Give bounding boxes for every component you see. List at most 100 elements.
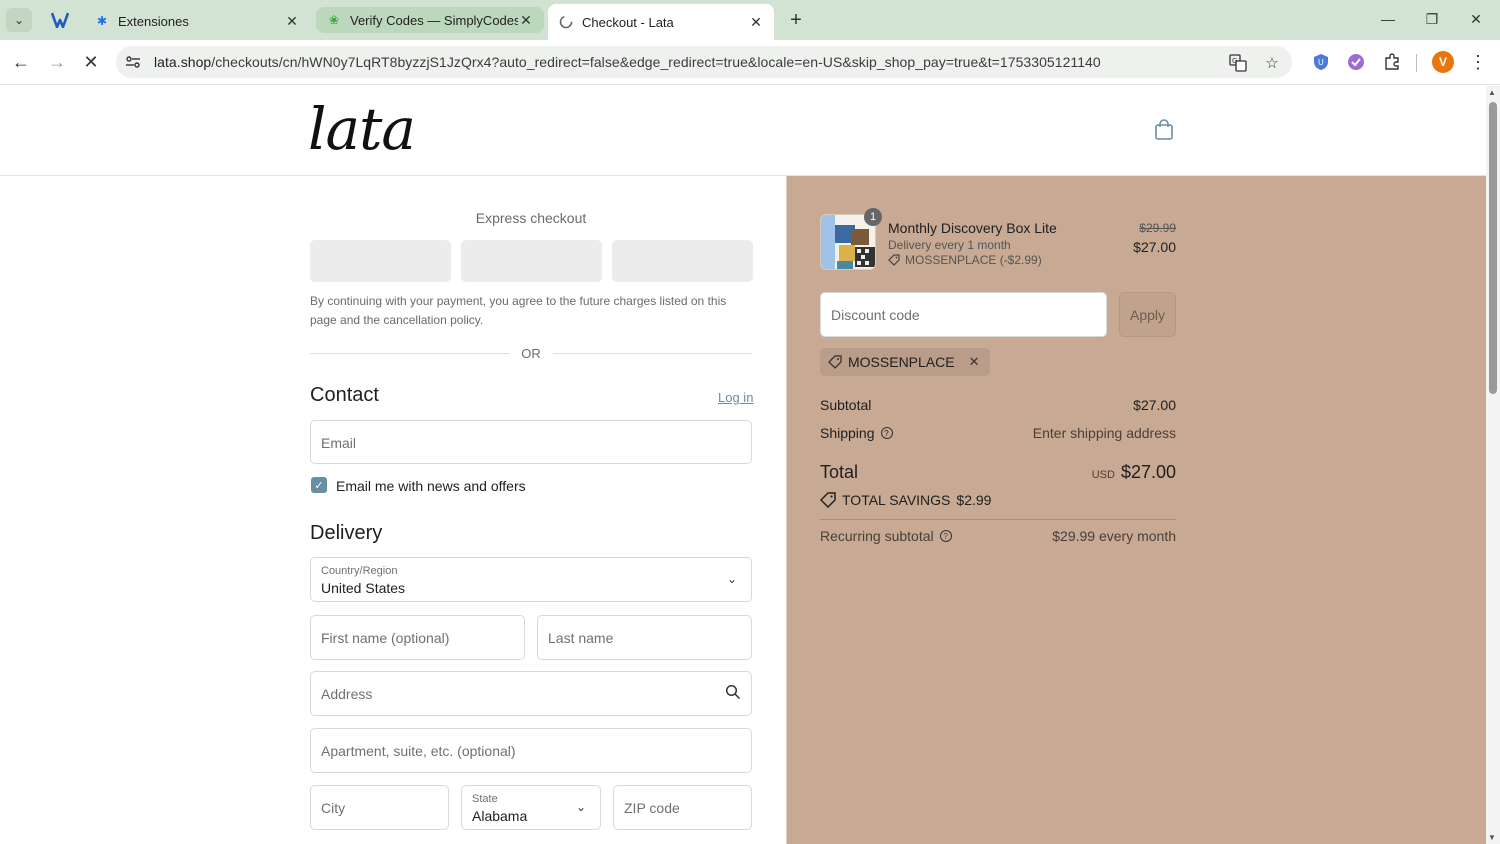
chevron-down-icon: ⌄: [727, 572, 738, 586]
checkout-form: Express checkout By continuing with your…: [0, 176, 786, 844]
shopping-bag-icon[interactable]: [1152, 118, 1176, 142]
tag-icon: [828, 355, 842, 369]
translate-icon[interactable]: G: [1228, 53, 1248, 73]
close-icon[interactable]: ✕: [284, 13, 300, 29]
pinned-tab[interactable]: [44, 6, 76, 34]
help-icon[interactable]: ?: [939, 530, 952, 542]
apartment-placeholder: Apartment, suite, etc. (optional): [321, 743, 516, 759]
close-icon[interactable]: ✕: [518, 12, 534, 28]
minimize-button[interactable]: —: [1368, 6, 1408, 32]
city-field[interactable]: City: [310, 785, 449, 830]
close-window-button[interactable]: ✕: [1456, 6, 1496, 32]
applied-code: MOSSENPLACE: [848, 354, 955, 370]
address-field[interactable]: Address: [310, 671, 752, 716]
shipping-label: Shipping ?: [820, 425, 893, 441]
lata-logo[interactable]: lata: [308, 100, 416, 158]
address-bar[interactable]: lata.shop/checkouts/cn/hWN0y7LqRT8byzzjS…: [116, 46, 1292, 78]
browser-tab-bar: ⌄ ✱ Extensiones ✕ ❀ Verify Codes — Simpl…: [0, 0, 1500, 40]
scroll-down-icon[interactable]: ▼: [1488, 833, 1496, 842]
recurring-value: $29.99 every month: [1052, 528, 1176, 544]
newsletter-checkbox[interactable]: ✓: [311, 477, 327, 493]
applied-discount-chip: MOSSENPLACE ✕: [820, 348, 990, 376]
star-icon[interactable]: ☆: [1262, 53, 1282, 73]
tab-checkout[interactable]: Checkout - Lata ✕: [548, 4, 774, 40]
leaf-icon: ❀: [328, 13, 340, 27]
discount-code-input[interactable]: Discount code: [820, 292, 1107, 337]
svg-text:G: G: [1232, 57, 1237, 65]
order-summary: [786, 176, 1486, 844]
extensions-puzzle-icon[interactable]: [1381, 51, 1403, 73]
product-discount-text: MOSSENPLACE (-$2.99): [905, 253, 1042, 267]
express-checkout-title: Express checkout: [475, 210, 587, 226]
shield-extension-icon[interactable]: U: [1310, 51, 1332, 73]
state-value: Alabama: [472, 808, 528, 824]
recurring-label: Recurring subtotal ?: [820, 528, 952, 544]
page-scrollbar[interactable]: ▲ ▼: [1486, 86, 1500, 844]
shipping-label-text: Shipping: [820, 425, 875, 441]
apply-button[interactable]: Apply: [1119, 292, 1176, 337]
more-menu-icon[interactable]: ⋮: [1468, 51, 1488, 73]
first-name-field[interactable]: First name (optional): [310, 615, 525, 660]
subtotal-label: Subtotal: [820, 397, 871, 413]
forward-button[interactable]: →: [44, 49, 70, 75]
product-delivery: Delivery every 1 month: [888, 238, 1011, 252]
delivery-title: Delivery: [310, 522, 383, 544]
minimize-icon: —: [1381, 11, 1395, 27]
product-name: Monthly Discovery Box Lite: [888, 220, 1057, 236]
subtotal-value: $27.00: [1133, 397, 1176, 413]
tab-extensions[interactable]: ✱ Extensiones ✕: [84, 6, 310, 36]
scroll-up-icon[interactable]: ▲: [1488, 88, 1496, 97]
email-field[interactable]: Email: [310, 420, 752, 464]
total-savings: TOTAL SAVINGS $2.99: [820, 492, 991, 508]
check-icon: ✓: [314, 479, 324, 492]
country-value: United States: [321, 580, 406, 596]
new-tab-button[interactable]: +: [784, 8, 808, 32]
last-name-placeholder: Last name: [548, 630, 614, 646]
site-header: lata: [0, 86, 1486, 176]
total-value: USD $27.00: [1000, 462, 1176, 483]
arrow-right-icon: →: [48, 51, 66, 72]
search-icon: [725, 684, 741, 703]
consent-text: By continuing with your payment, you agr…: [310, 294, 727, 327]
last-name-field[interactable]: Last name: [537, 615, 752, 660]
product-price: $27.00: [1133, 239, 1176, 255]
help-icon[interactable]: ?: [880, 427, 893, 439]
close-icon[interactable]: ✕: [748, 14, 764, 30]
browser-toolbar: ← → ✕ lata.shop/checkouts/cn/hWN0y7LqRT8…: [0, 40, 1500, 85]
v-logo-icon: [51, 12, 69, 28]
remove-discount-icon[interactable]: ✕: [969, 354, 980, 370]
chevron-down-icon: ⌄: [13, 13, 25, 27]
tab-simplycodes[interactable]: ❀ Verify Codes — SimplyCodes ✕: [316, 7, 544, 33]
express-pay-button-2[interactable]: [461, 240, 602, 282]
country-select[interactable]: Country/Region United States ⌄: [310, 557, 752, 602]
site-info-icon[interactable]: [122, 51, 144, 73]
tab-title: Verify Codes — SimplyCodes: [350, 12, 518, 28]
subtotal-label-text: Subtotal: [820, 397, 872, 413]
apartment-field[interactable]: Apartment, suite, etc. (optional): [310, 728, 752, 773]
restore-button[interactable]: ❐: [1412, 6, 1452, 32]
back-button[interactable]: ←: [8, 49, 34, 75]
loading-spinner-icon: [558, 14, 574, 30]
zip-placeholder: ZIP code: [624, 800, 680, 816]
product-discount: MOSSENPLACE (-$2.99): [888, 253, 1042, 267]
state-select[interactable]: State Alabama ⌄: [461, 785, 601, 830]
stop-loading-button[interactable]: ✕: [78, 49, 104, 75]
email-placeholder: Email: [321, 435, 357, 451]
svg-text:U: U: [1318, 58, 1324, 67]
total-label: Total: [820, 462, 859, 482]
country-label: Country/Region: [321, 565, 398, 577]
login-link[interactable]: Log in: [718, 390, 753, 405]
close-icon: ✕: [1470, 10, 1482, 27]
total-currency: USD: [1091, 469, 1115, 481]
tab-search-button[interactable]: ⌄: [6, 8, 32, 32]
express-pay-button-3[interactable]: [612, 240, 753, 282]
profile-avatar[interactable]: V: [1432, 51, 1454, 73]
simplycodes-extension-icon[interactable]: [1345, 51, 1367, 73]
state-label: State: [472, 793, 498, 805]
tag-icon: [820, 492, 836, 508]
arrow-left-icon: ←: [12, 51, 30, 72]
scrollbar-thumb[interactable]: [1489, 102, 1497, 394]
express-pay-button-1[interactable]: [310, 240, 451, 282]
zip-field[interactable]: ZIP code: [613, 785, 752, 830]
url-domain: lata.shop: [154, 54, 212, 70]
